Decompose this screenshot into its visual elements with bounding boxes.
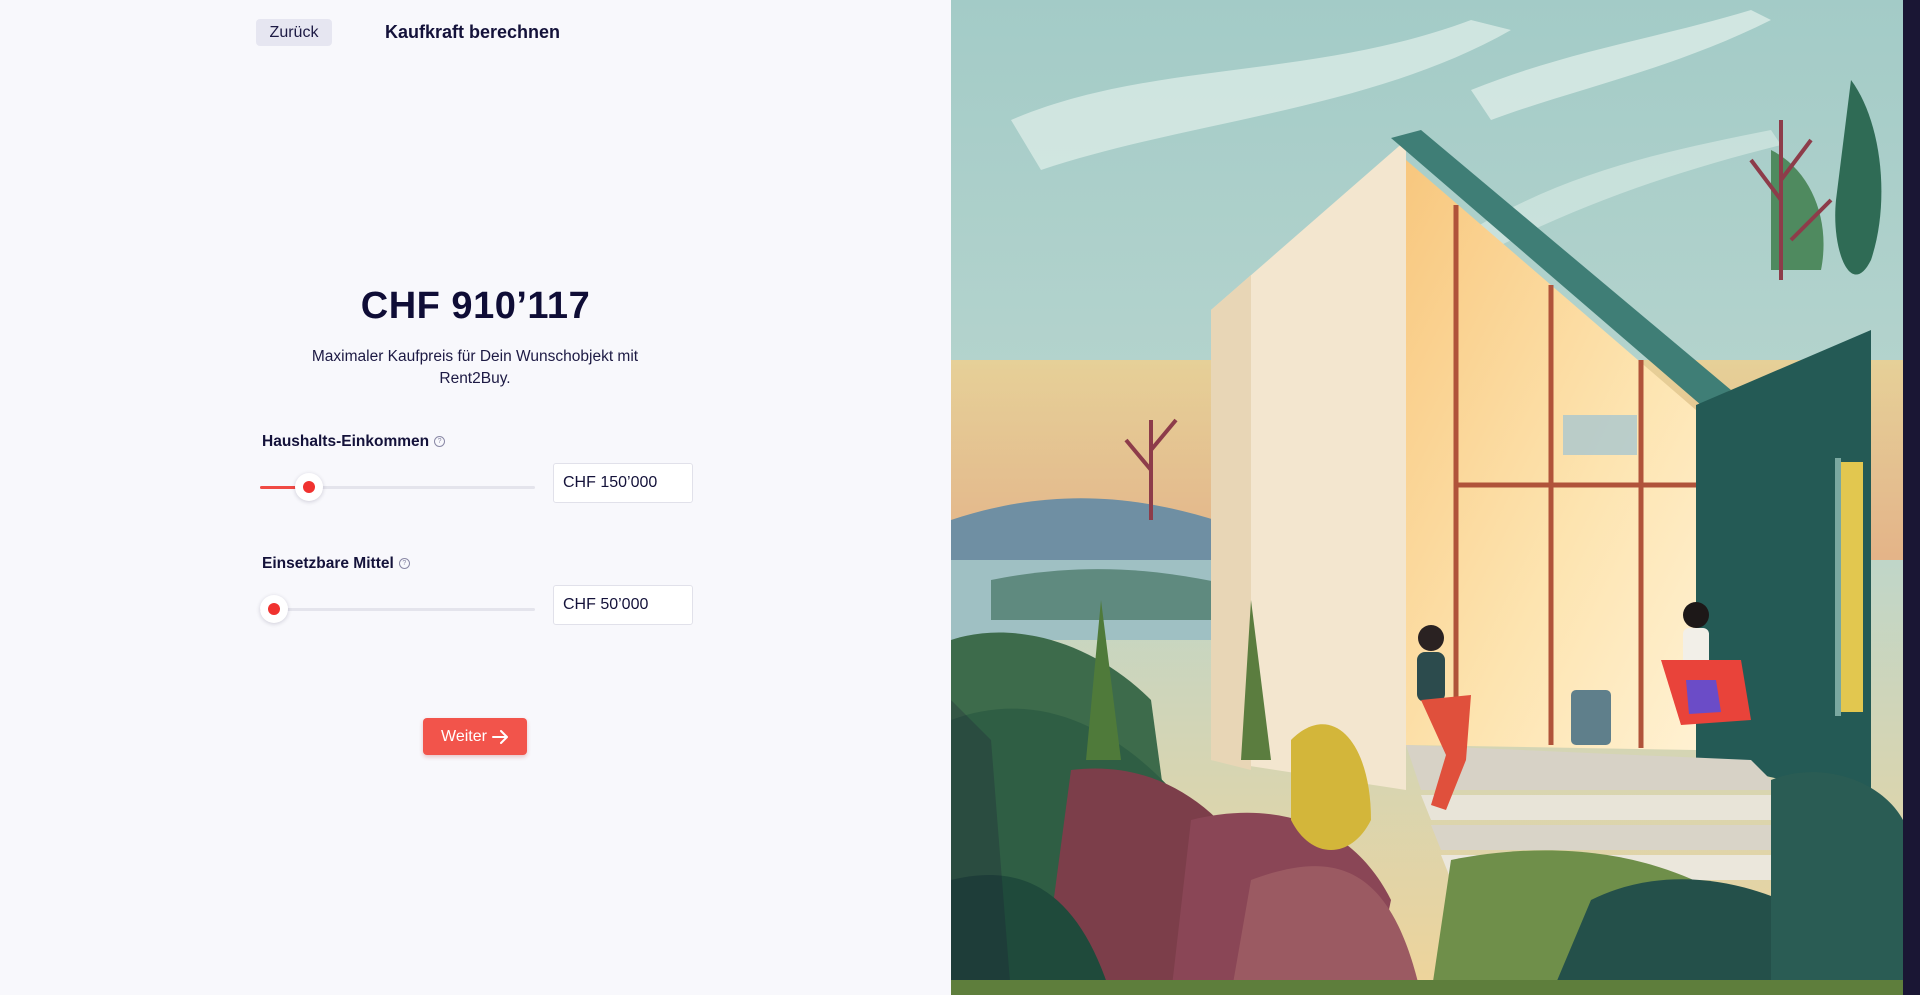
income-input[interactable] bbox=[553, 463, 693, 503]
next-button[interactable]: Weiter bbox=[423, 718, 527, 755]
income-slider[interactable] bbox=[260, 472, 535, 502]
next-button-label: Weiter bbox=[441, 727, 487, 745]
assets-label: Einsetzbare Mittel? bbox=[262, 554, 410, 574]
purchase-power-description: Maximaler Kaufpreis für Dein Wunschobjek… bbox=[311, 348, 639, 387]
assets-slider-track bbox=[260, 608, 535, 611]
arrow-right-icon bbox=[491, 729, 508, 744]
page: Zurück Kaufkraft berechnen CHF 910’117 M… bbox=[0, 0, 1920, 995]
page-title: Kaufkraft berechnen bbox=[385, 22, 561, 42]
calculator-panel: Zurück Kaufkraft berechnen CHF 910’117 M… bbox=[0, 0, 951, 995]
purchase-power-amount: CHF 910’117 bbox=[360, 285, 591, 327]
assets-input[interactable] bbox=[553, 585, 693, 625]
income-label-text: Haushalts-Einkommen bbox=[262, 433, 430, 450]
question-circle-icon[interactable]: ? bbox=[398, 558, 410, 570]
house-illustration bbox=[951, 0, 1903, 995]
assets-label-text: Einsetzbare Mittel bbox=[262, 555, 394, 572]
assets-slider-thumb[interactable] bbox=[260, 595, 288, 623]
question-circle-icon[interactable]: ? bbox=[434, 436, 446, 448]
income-slider-thumb[interactable] bbox=[294, 473, 323, 501]
assets-slider[interactable] bbox=[260, 594, 535, 624]
income-label: Haushalts-Einkommen? bbox=[262, 432, 446, 452]
window-edge bbox=[1903, 0, 1920, 995]
back-button[interactable]: Zurück bbox=[256, 19, 332, 46]
illustration-art bbox=[951, 0, 1903, 995]
